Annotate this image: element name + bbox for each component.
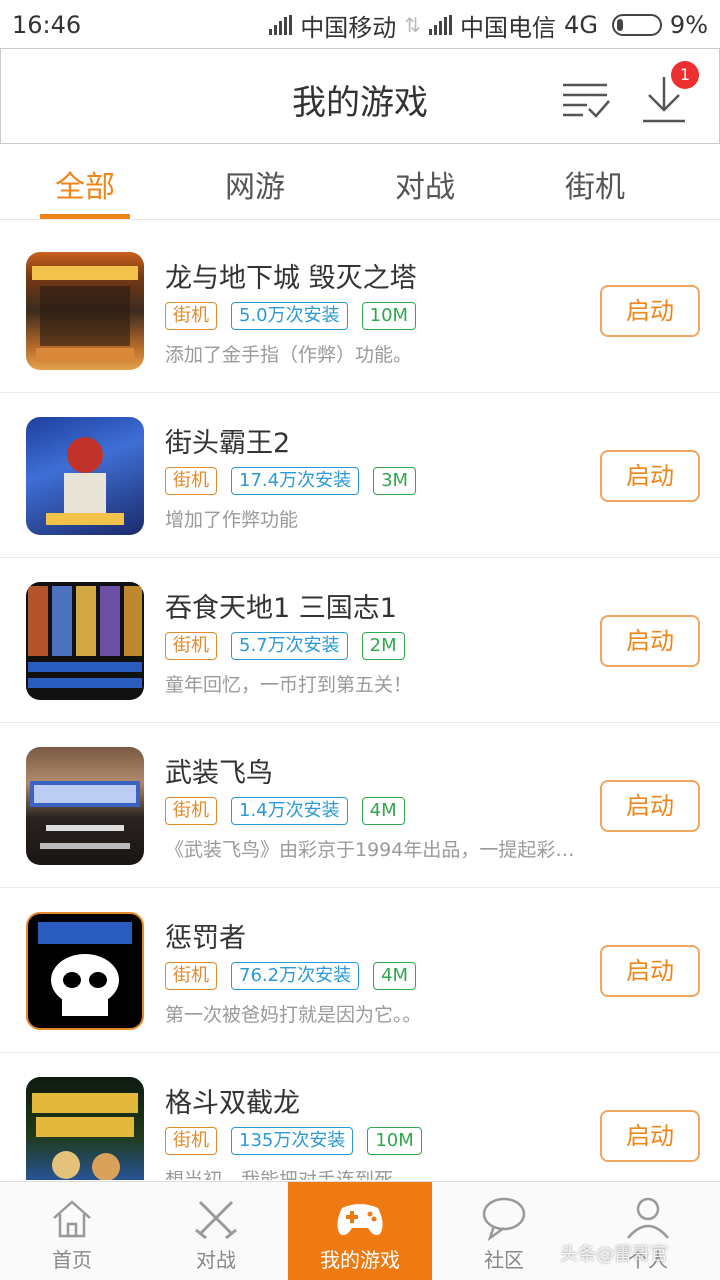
type-tag: 街机 — [165, 962, 217, 990]
launch-button[interactable]: 启动 — [600, 945, 700, 997]
signal-icon-2 — [429, 15, 453, 35]
person-icon — [627, 1197, 669, 1239]
game-thumbnail — [26, 417, 144, 535]
swords-icon — [195, 1200, 237, 1240]
nav-label: 我的游戏 — [320, 1248, 400, 1272]
size-tag: 10M — [361, 302, 417, 330]
game-tags: 街机 5.7万次安装 2M — [165, 632, 405, 660]
installs-tag: 5.7万次安装 — [231, 632, 348, 660]
game-name: 格斗双截龙 — [165, 1088, 300, 1119]
size-tag: 10M — [367, 1127, 422, 1155]
dungeon-art-icon — [32, 266, 138, 362]
nav-label: 对战 — [196, 1248, 236, 1272]
game-thumbnail — [26, 912, 144, 1030]
nav-home[interactable]: 首页 — [0, 1182, 144, 1280]
skull-art-icon — [38, 922, 132, 1016]
game-thumbnail — [26, 582, 144, 700]
type-tag: 街机 — [165, 467, 217, 495]
game-description: 第一次被爸妈打就是因为它。。 — [165, 1004, 422, 1026]
carrier-1: 中国移动 — [300, 13, 397, 42]
launch-button[interactable]: 启动 — [600, 780, 700, 832]
game-description: 童年回忆，一币打到第五关！ — [165, 674, 413, 696]
nav-my-games[interactable]: 我的游戏 — [288, 1182, 432, 1280]
nav-battle[interactable]: 对战 — [144, 1182, 288, 1280]
gunbird-art-icon — [30, 781, 140, 849]
nav-label: 首页 — [52, 1248, 92, 1272]
status-bar: 16:46 中国移动 ⇅ 中国电信 4G 9% — [0, 0, 720, 50]
installs-tag: 1.4万次安装 — [231, 797, 348, 825]
type-tag: 街机 — [165, 1127, 217, 1155]
size-tag: 4M — [373, 962, 417, 990]
installs-tag: 135万次安装 — [231, 1127, 354, 1155]
home-icon — [53, 1200, 91, 1238]
game-description: 添加了金手指（作弊）功能。 — [165, 344, 413, 366]
gamepad-icon — [337, 1204, 383, 1236]
status-time: 16:46 — [12, 11, 82, 39]
checklist-icon[interactable] — [561, 81, 611, 121]
type-tag: 街机 — [165, 797, 217, 825]
game-tags: 街机 17.4万次安装 3M — [165, 467, 417, 495]
list-item[interactable]: 武装飞鸟 街机 1.4万次安装 4M 《武装飞鸟》由彩京于1994年出品，一提起… — [0, 723, 720, 888]
tab-arcade[interactable]: 街机 — [510, 144, 680, 219]
game-name: 街头霸王2 — [165, 428, 291, 459]
game-tags: 街机 5.0万次安装 10M — [165, 302, 417, 330]
list-item[interactable]: 龙与地下城 毁灭之塔 街机 5.0万次安装 10M 添加了金手指（作弊）功能。 … — [0, 228, 720, 393]
game-description: 《武装飞鸟》由彩京于1994年出品，一提起彩京，不得不提 — [165, 839, 575, 861]
game-name: 惩罚者 — [165, 923, 246, 954]
network-type: 4G — [564, 11, 598, 39]
carrier-2: 中国电信 — [460, 13, 557, 42]
game-name: 武装飞鸟 — [165, 758, 273, 789]
list-item[interactable]: 街头霸王2 街机 17.4万次安装 3M 增加了作弊功能 启动 — [0, 393, 720, 558]
game-list: 龙与地下城 毁灭之塔 街机 5.0万次安装 10M 添加了金手指（作弊）功能。 … — [0, 228, 720, 1180]
battery-percent: 9% — [669, 11, 708, 39]
signal-icon — [269, 15, 293, 35]
list-item[interactable]: 格斗双截龙 街机 135万次安装 10M 想当初，我能把对手连到死 启动 — [0, 1053, 720, 1180]
tab-online[interactable]: 网游 — [170, 144, 340, 219]
game-name: 吞食天地1 三国志1 — [165, 593, 397, 624]
type-tag: 街机 — [165, 302, 217, 330]
launch-button[interactable]: 启动 — [600, 450, 700, 502]
installs-tag: 5.0万次安装 — [231, 302, 348, 330]
status-right: 中国移动 ⇅ 中国电信 4G 9% — [269, 8, 708, 43]
list-item[interactable]: 吞食天地1 三国志1 街机 5.7万次安装 2M 童年回忆，一币打到第五关！ 启… — [0, 558, 720, 723]
battery-icon — [611, 14, 662, 36]
game-thumbnail — [26, 747, 144, 865]
tab-battle[interactable]: 对战 — [340, 144, 510, 219]
size-tag: 2M — [361, 632, 405, 660]
installs-tag: 76.2万次安装 — [231, 962, 360, 990]
nav-community[interactable]: 社区 — [432, 1182, 576, 1280]
data-transfer-icon: ⇅ — [404, 13, 422, 37]
type-tag: 街机 — [165, 632, 217, 660]
size-tag: 3M — [373, 467, 417, 495]
page-title: 我的游戏 — [292, 83, 428, 123]
game-tags: 街机 1.4万次安装 4M — [165, 797, 405, 825]
character-select-art-icon — [28, 586, 142, 688]
game-thumbnail — [26, 1077, 144, 1180]
game-description: 想当初，我能把对手连到死 — [165, 1169, 394, 1180]
size-tag: 4M — [361, 797, 405, 825]
chat-bubble-icon — [482, 1197, 526, 1242]
game-thumbnail — [26, 252, 144, 370]
game-tags: 街机 76.2万次安装 4M — [165, 962, 417, 990]
game-description: 增加了作弊功能 — [165, 509, 299, 531]
watermark: 头条@雷哥官 — [560, 1244, 668, 1265]
list-item[interactable]: 惩罚者 街机 76.2万次安装 4M 第一次被爸妈打就是因为它。。 启动 — [0, 888, 720, 1053]
category-tabs: 全部 网游 对战 街机 — [0, 144, 720, 220]
nav-label: 社区 — [484, 1248, 524, 1272]
fighter-art-icon — [46, 437, 124, 525]
launch-button[interactable]: 启动 — [600, 1110, 700, 1162]
launch-button[interactable]: 启动 — [600, 615, 700, 667]
launch-button[interactable]: 启动 — [600, 285, 700, 337]
download-badge: 1 — [671, 61, 699, 89]
double-dragon-art-icon — [32, 1093, 138, 1180]
app-header: 我的游戏 1 — [0, 48, 720, 144]
game-name: 龙与地下城 毁灭之塔 — [165, 263, 417, 294]
game-tags: 街机 135万次安装 10M — [165, 1127, 422, 1155]
installs-tag: 17.4万次安装 — [231, 467, 360, 495]
tab-all[interactable]: 全部 — [0, 144, 170, 219]
